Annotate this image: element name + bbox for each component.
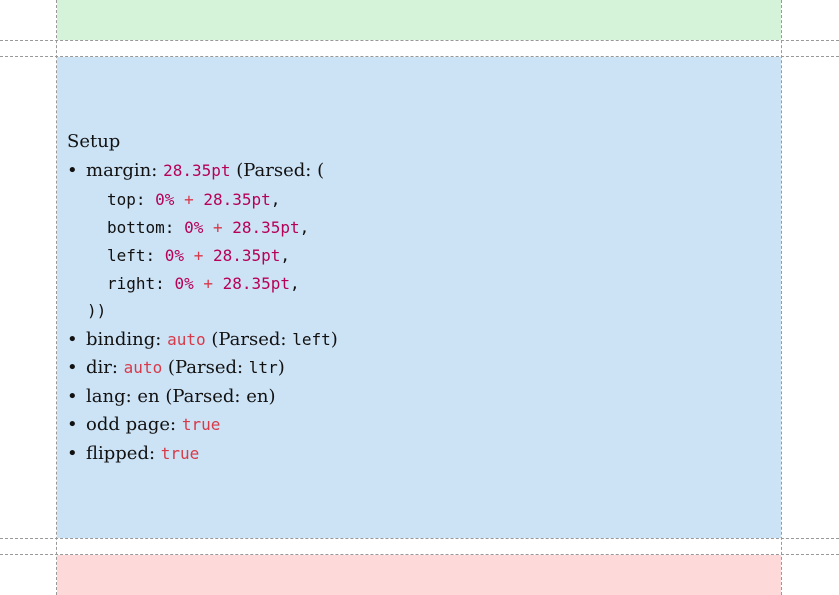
op: + bbox=[174, 190, 204, 209]
val: 28.35pt bbox=[203, 190, 271, 209]
key: right: bbox=[107, 274, 175, 293]
list-item-margin: • margin: 28.35pt (Parsed: ( bbox=[67, 157, 324, 185]
margin-entry-left: left: 0% + 28.35pt, bbox=[107, 242, 290, 270]
label: margin: bbox=[86, 160, 164, 181]
margin-entry-right: right: 0% + 28.35pt, bbox=[107, 270, 300, 298]
label: lang: en (Parsed: en) bbox=[86, 386, 276, 407]
list-item-dir: • dir: auto (Parsed: ltr) bbox=[67, 354, 285, 382]
key: top: bbox=[107, 190, 156, 209]
comma: , bbox=[299, 218, 310, 237]
op: + bbox=[184, 246, 213, 265]
guide-line bbox=[781, 0, 782, 595]
bullet: • bbox=[67, 357, 78, 378]
margin-close: )) bbox=[87, 301, 107, 320]
paren: ) bbox=[277, 357, 285, 378]
val: 28.35pt bbox=[232, 218, 300, 237]
pct: 0% bbox=[184, 218, 204, 237]
list-item-binding: • binding: auto (Parsed: left) bbox=[67, 326, 338, 354]
parsed-text: (Parsed: ( bbox=[230, 160, 325, 181]
bullet: • bbox=[67, 329, 78, 350]
comma: , bbox=[270, 190, 281, 209]
next-page-region bbox=[57, 555, 781, 595]
op: + bbox=[193, 274, 223, 293]
comma: , bbox=[280, 246, 291, 265]
guide-line bbox=[0, 40, 839, 41]
list-item-flipped: • flipped: true bbox=[67, 440, 199, 468]
label: binding: bbox=[86, 329, 168, 350]
value: true bbox=[181, 415, 221, 434]
label: odd page: bbox=[86, 414, 182, 435]
guide-line bbox=[0, 554, 839, 555]
bullet: • bbox=[67, 386, 78, 407]
op: + bbox=[203, 218, 233, 237]
bullet: • bbox=[67, 414, 78, 435]
previous-page-region bbox=[57, 0, 781, 40]
pct: 0% bbox=[174, 274, 194, 293]
label: flipped: bbox=[86, 443, 161, 464]
val: 28.35pt bbox=[212, 246, 281, 265]
parsed-text: (Parsed: bbox=[205, 329, 293, 350]
val: 28.35pt bbox=[222, 274, 291, 293]
value: auto bbox=[123, 358, 163, 377]
margin-entry-top: top: 0% + 28.35pt, bbox=[107, 186, 280, 214]
parsed-text: (Parsed: bbox=[162, 357, 249, 378]
label: dir: bbox=[86, 357, 124, 378]
margin-entry-bottom: bottom: 0% + 28.35pt, bbox=[107, 214, 309, 242]
list-item-odd-page: • odd page: true bbox=[67, 411, 220, 439]
bullet: • bbox=[67, 443, 78, 464]
list-item-lang: • lang: en (Parsed: en) bbox=[67, 383, 275, 411]
pct: 0% bbox=[164, 246, 185, 265]
parsed-value: ltr bbox=[248, 358, 278, 377]
pct: 0% bbox=[155, 190, 175, 209]
guide-line bbox=[0, 56, 839, 57]
value: auto bbox=[167, 330, 206, 349]
paren: ) bbox=[330, 329, 338, 350]
comma: , bbox=[290, 274, 300, 293]
bullet: • bbox=[67, 160, 78, 181]
value: true bbox=[160, 444, 200, 463]
heading-setup: Setup bbox=[67, 131, 121, 152]
guide-line bbox=[56, 0, 57, 595]
key: bottom: bbox=[107, 218, 185, 237]
key: left: bbox=[107, 246, 165, 265]
guide-line bbox=[0, 538, 839, 539]
parsed-value: left bbox=[292, 330, 331, 349]
value: 28.35pt bbox=[163, 161, 231, 180]
